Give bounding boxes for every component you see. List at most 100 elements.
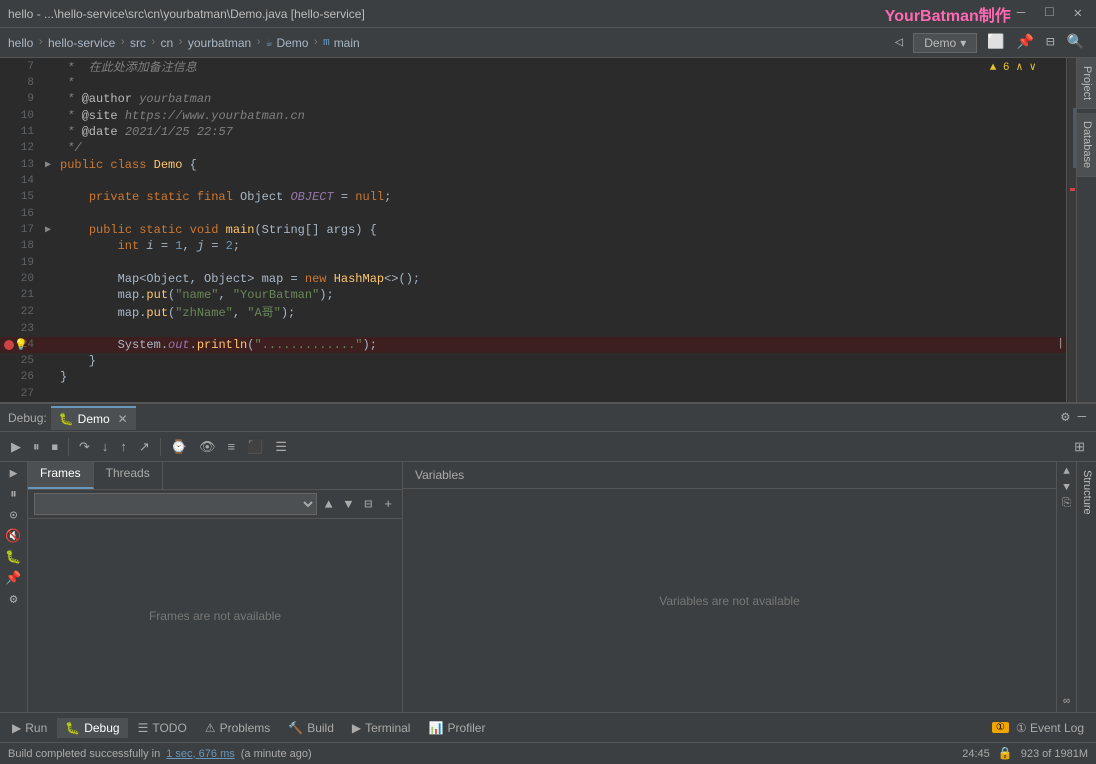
watch-button[interactable]: 👁 (194, 436, 221, 458)
debug-right-tools: ▲ ▼ ⎘ ∞ (1056, 462, 1076, 712)
breadcrumb-demo[interactable]: Demo (276, 36, 308, 50)
layout-button[interactable]: ⊞ (1069, 436, 1090, 458)
database-panel-tab[interactable]: Database (1077, 113, 1096, 177)
down-arrow-icon[interactable]: ▼ (1063, 482, 1070, 494)
code-line-18: 18 int i = 1, j = 2; (0, 238, 1066, 254)
breakpoints-icon[interactable]: ⊙ (10, 508, 18, 523)
line-number-12: 12 (0, 142, 40, 154)
build-label: Build (307, 721, 334, 735)
evaluate-button[interactable]: ⌚ (166, 436, 192, 458)
step-icon[interactable]: ▶ (10, 466, 18, 481)
breadcrumb-cn[interactable]: cn (161, 36, 174, 50)
method-icon: m (323, 37, 330, 49)
line-number-17: 17 (0, 224, 40, 236)
step-out-button[interactable]: ↑ (115, 436, 132, 457)
line-number-8: 8 (0, 77, 40, 89)
profiler-button[interactable]: 📊 Profiler (420, 718, 493, 738)
code-line-23: 23 (0, 320, 1066, 336)
build-button[interactable]: 🔨 Build (280, 718, 342, 738)
line-number-25: 25 (0, 355, 40, 367)
close-button[interactable]: ✕ (1068, 5, 1088, 22)
build-duration[interactable]: 1 sec, 676 ms (166, 748, 234, 760)
code-line-15: 15 private static final Object OBJECT = … (0, 189, 1066, 205)
line-content-11: * @date 2021/1/25 22:57 (56, 125, 1066, 139)
todo-button[interactable]: ☰ TODO (130, 718, 195, 738)
pin-icon[interactable]: 📌 (1013, 32, 1038, 53)
breadcrumb-service[interactable]: hello-service (48, 36, 115, 50)
fold-arrow-13[interactable]: ▶ (40, 159, 56, 171)
code-line-24: 💡 24 System.out.println(".............")… (0, 337, 1066, 353)
filter-button[interactable]: ⊟ (360, 495, 376, 514)
code-line-22: 22 map.put("zhName", "A哥"); (0, 303, 1066, 320)
step-over-button[interactable]: ↷ (74, 436, 95, 458)
problems-icon: ⚠ (205, 721, 216, 735)
structure-tab[interactable]: Structure (1077, 462, 1096, 523)
memory-button[interactable]: ⬛ (242, 436, 268, 458)
line-number-21: 21 (0, 289, 40, 301)
debug-minimize-icon[interactable]: — (1076, 407, 1088, 428)
frames-panel: Frames Threads ▲ ▼ ⊟ + Frames are not av… (28, 462, 403, 712)
stop-button[interactable]: ⏹ (47, 436, 64, 458)
infinity-icon[interactable]: ∞ (1063, 696, 1070, 708)
line-number-16: 16 (0, 208, 40, 220)
minimize-button[interactable]: — (1011, 5, 1031, 22)
pin-side-icon[interactable]: 📌 (5, 571, 21, 586)
scroll-thumb[interactable] (1073, 108, 1076, 168)
debug-tab-close[interactable]: ✕ (118, 412, 128, 426)
pause-button[interactable]: ⏸ (28, 436, 45, 458)
code-editor[interactable]: ▲ 6 ∧ ∨ 7 * 在此处添加备注信息 8 * 9 * @author yo… (0, 58, 1066, 402)
up-button[interactable]: ▲ (321, 495, 337, 514)
frames-dropdown[interactable] (34, 493, 317, 515)
lightbulb-icon[interactable]: 💡 (14, 338, 28, 352)
event-log-button[interactable]: ① ① Event Log (984, 718, 1092, 738)
maximize-button[interactable]: □ (1039, 5, 1059, 22)
pause-side-icon[interactable]: ⏸ (10, 487, 17, 502)
line-content-26: } (56, 370, 1066, 384)
search-icon[interactable]: 🔍 (1063, 32, 1088, 53)
line-number-11: 11 (0, 126, 40, 138)
copy-icon[interactable]: ⎘ (1062, 498, 1071, 510)
breadcrumb-src[interactable]: src (130, 36, 146, 50)
layout-icon[interactable]: ⬜ (983, 32, 1008, 53)
debug-tab-demo[interactable]: 🐛 Demo ✕ (51, 406, 136, 430)
bug-icon[interactable]: 🐛 (5, 550, 21, 565)
build-status-prefix: Build completed successfully in (8, 748, 160, 760)
debug-button[interactable]: 🐛 Debug (57, 718, 127, 738)
breadcrumb-main[interactable]: main (334, 36, 360, 50)
project-panel-tab[interactable]: Project (1077, 58, 1096, 109)
up-arrow-icon[interactable]: ▲ (1063, 466, 1070, 478)
settings-debug-button[interactable]: ☰ (270, 436, 292, 458)
split-icon[interactable]: ⊟ (1042, 32, 1058, 53)
demo-dropdown-button[interactable]: Demo ▾ (913, 33, 977, 53)
step-into-button[interactable]: ↓ (97, 436, 114, 457)
resume-button[interactable]: ▶ (6, 436, 26, 458)
line-content-17: public static void main(String[] args) { (56, 223, 1066, 237)
debug-content: ▶ ⏸ ⊙ 🔇 🐛 📌 ⚙ Frames Threads ▲ ▼ ⊟ + Fra… (0, 462, 1096, 712)
title-bar: hello - ...\hello-service\src\cn\yourbat… (0, 0, 1096, 28)
terminal-button[interactable]: ▶ Terminal (344, 718, 419, 738)
frames-tab[interactable]: Frames (28, 462, 94, 489)
breakpoint-indicator[interactable] (4, 340, 14, 350)
scroll-bar[interactable] (1066, 58, 1076, 402)
debug-left-tools: ▶ ⏸ ⊙ 🔇 🐛 📌 ⚙ (0, 462, 28, 712)
fold-arrow-17[interactable]: ▶ (40, 224, 56, 236)
settings-icon[interactable]: ⚙ (1059, 407, 1071, 428)
breadcrumb-yourbatman[interactable]: yourbatman (188, 36, 251, 50)
settings-side-icon[interactable]: ⚙ (10, 592, 18, 607)
breadcrumb: hello › hello-service › src › cn › yourb… (0, 28, 1096, 58)
add-button[interactable]: + (380, 495, 396, 514)
down-button[interactable]: ▼ (341, 495, 357, 514)
threads-tab[interactable]: Threads (94, 462, 163, 489)
run-to-cursor-button[interactable]: ↗ (134, 436, 155, 458)
mute-icon[interactable]: 🔇 (5, 529, 21, 544)
breadcrumb-hello[interactable]: hello (8, 36, 33, 50)
line-content-10: * @site https://www.yourbatman.cn (56, 109, 1066, 123)
navigate-back-icon[interactable]: ◁ (891, 32, 907, 53)
problems-button[interactable]: ⚠ Problems (197, 718, 278, 738)
line-content-20: Map<Object, Object> map = new HashMap<>(… (56, 272, 1066, 286)
line-number-7: 7 (0, 61, 40, 73)
run-button[interactable]: ▶ Run (4, 718, 55, 738)
todo-icon: ☰ (138, 721, 149, 735)
code-line-20: 20 Map<Object, Object> map = new HashMap… (0, 271, 1066, 287)
threads-button[interactable]: ≡ (223, 436, 241, 457)
